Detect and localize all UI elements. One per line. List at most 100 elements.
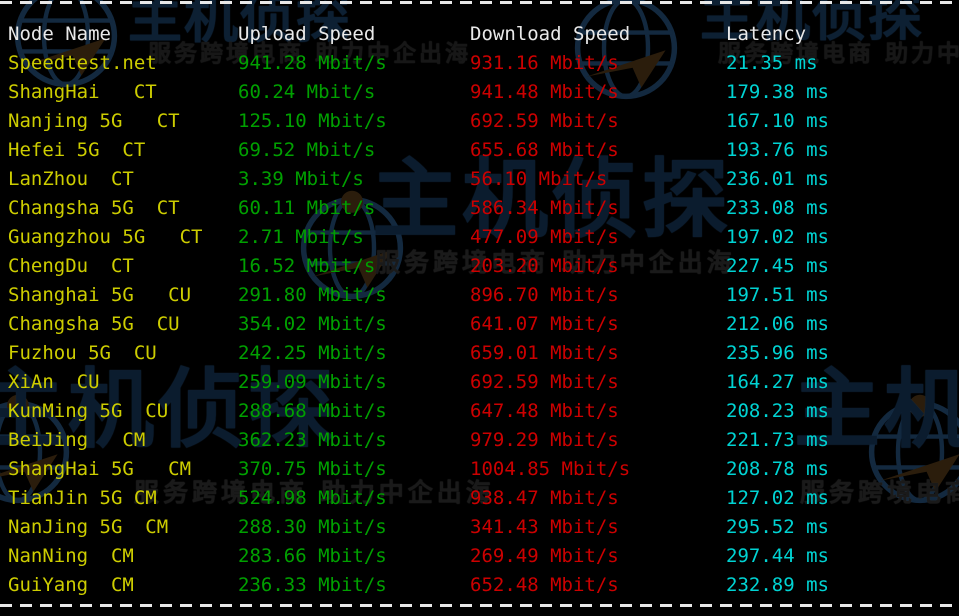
cell-node-name: ShangHai 5G CM <box>8 458 192 480</box>
cell-download-speed: 647.48 Mbit/s <box>470 400 619 422</box>
cell-node-name: BeiJing CM <box>8 429 146 451</box>
cell-latency: 197.02 ms <box>726 226 829 248</box>
cell-node-name: Shanghai 5G CU <box>8 284 192 306</box>
table-row: ShangHai 5G CM 370.75 Mbit/s 1004.85 Mbit/… <box>0 455 959 484</box>
table-row: LanZhou CT 3.39 Mbit/s 56.10 Mbit/s 236.01 … <box>0 165 959 194</box>
cell-latency: 208.23 ms <box>726 400 829 422</box>
table-header-row: Node Name Upload Speed Download Speed La… <box>0 20 959 49</box>
cell-upload-speed: 69.52 Mbit/s <box>238 139 376 161</box>
cell-upload-speed: 288.68 Mbit/s <box>238 400 387 422</box>
cell-download-speed: 269.49 Mbit/s <box>470 545 619 567</box>
table-row: NanJing 5G CM 288.30 Mbit/s 341.43 Mbit/s 2… <box>0 513 959 542</box>
cell-upload-speed: 362.23 Mbit/s <box>238 429 387 451</box>
cell-latency: 208.78 ms <box>726 458 829 480</box>
cell-download-speed: 203.20 Mbit/s <box>470 255 619 277</box>
cell-upload-speed: 236.33 Mbit/s <box>238 574 387 596</box>
cell-node-name: Nanjing 5G CT <box>8 110 180 132</box>
speedtest-table: Node Name Upload Speed Download Speed La… <box>0 20 959 600</box>
cell-download-speed: 1004.85 Mbit/s <box>470 458 631 480</box>
cell-upload-speed: 354.02 Mbit/s <box>238 313 387 335</box>
column-header-download-speed: Download Speed <box>470 23 631 45</box>
cell-node-name: Speedtest.net <box>8 52 157 74</box>
cell-upload-speed: 2.71 Mbit/s <box>238 226 364 248</box>
table-row: XiAn CU 259.09 Mbit/s 692.59 Mbit/s 164.27 … <box>0 368 959 397</box>
cell-latency: 167.10 ms <box>726 110 829 132</box>
table-row: ChengDu CT 16.52 Mbit/s 203.20 Mbit/s 227.4… <box>0 252 959 281</box>
cell-download-speed: 692.59 Mbit/s <box>470 371 619 393</box>
table-row: BeiJing CM 362.23 Mbit/s 979.29 Mbit/s 221.… <box>0 426 959 455</box>
cell-download-speed: 896.70 Mbit/s <box>470 284 619 306</box>
cell-download-speed: 655.68 Mbit/s <box>470 139 619 161</box>
cell-download-speed: 56.10 Mbit/s <box>470 168 608 190</box>
cell-node-name: Guangzhou 5G CT <box>8 226 203 248</box>
cell-latency: 197.51 ms <box>726 284 829 306</box>
cell-latency: 295.52 ms <box>726 516 829 538</box>
table-row: Nanjing 5G CT 125.10 Mbit/s 692.59 Mbit/s 1… <box>0 107 959 136</box>
cell-download-speed: 692.59 Mbit/s <box>470 110 619 132</box>
cell-upload-speed: 259.09 Mbit/s <box>238 371 387 393</box>
table-row: Speedtest.net 941.28 Mbit/s 931.16 Mbit/s 2… <box>0 49 959 78</box>
cell-upload-speed: 283.66 Mbit/s <box>238 545 387 567</box>
cell-latency: 221.73 ms <box>726 429 829 451</box>
table-row: GuiYang CM 236.33 Mbit/s 652.48 Mbit/s 232.… <box>0 571 959 600</box>
cell-node-name: XiAn CU <box>8 371 100 393</box>
cell-node-name: KunMing 5G CU <box>8 400 169 422</box>
cell-upload-speed: 941.28 Mbit/s <box>238 52 387 74</box>
cell-latency: 21.35 ms <box>726 52 818 74</box>
cell-download-speed: 659.01 Mbit/s <box>470 342 619 364</box>
table-row: Hefei 5G CT 69.52 Mbit/s 655.68 Mbit/s 193.… <box>0 136 959 165</box>
terminal-window: 主机侦探 服务跨境电商 助力中企出海 主机侦探 服务跨境电商 助力中企出海 主机… <box>0 0 959 616</box>
cell-node-name: Fuzhou 5G CU <box>8 342 157 364</box>
table-row: NanNing CM 283.66 Mbit/s 269.49 Mbit/s 297.… <box>0 542 959 571</box>
cell-download-speed: 341.43 Mbit/s <box>470 516 619 538</box>
cell-node-name: Changsha 5G CT <box>8 197 180 219</box>
cell-download-speed: 938.47 Mbit/s <box>470 487 619 509</box>
cell-latency: 164.27 ms <box>726 371 829 393</box>
cell-download-speed: 931.16 Mbit/s <box>470 52 619 74</box>
table-row: Guangzhou 5G CT 2.71 Mbit/s 477.09 Mbit/s 1… <box>0 223 959 252</box>
cell-latency: 233.08 ms <box>726 197 829 219</box>
table-row: KunMing 5G CU 288.68 Mbit/s 647.48 Mbit/s 2… <box>0 397 959 426</box>
table-row: Fuzhou 5G CU 242.25 Mbit/s 659.01 Mbit/s 23… <box>0 339 959 368</box>
table-row: ShangHai CT 60.24 Mbit/s 941.48 Mbit/s 179.… <box>0 78 959 107</box>
cell-latency: 235.96 ms <box>726 342 829 364</box>
cell-node-name: NanJing 5G CM <box>8 516 169 538</box>
cell-node-name: ShangHai CT <box>8 81 157 103</box>
cell-node-name: Hefei 5G CT <box>8 139 146 161</box>
column-header-upload-speed: Upload Speed <box>238 23 376 45</box>
cell-node-name: TianJin 5G CM <box>8 487 157 509</box>
cell-latency: 236.01 ms <box>726 168 829 190</box>
cell-upload-speed: 60.24 Mbit/s <box>238 81 376 103</box>
cell-node-name: Changsha 5G CU <box>8 313 180 335</box>
cell-latency: 193.76 ms <box>726 139 829 161</box>
cell-latency: 297.44 ms <box>726 545 829 567</box>
table-row: Shanghai 5G CU 291.80 Mbit/s 896.70 Mbit/s… <box>0 281 959 310</box>
cell-latency: 227.45 ms <box>726 255 829 277</box>
cell-latency: 232.89 ms <box>726 574 829 596</box>
cell-download-speed: 477.09 Mbit/s <box>470 226 619 248</box>
cell-latency: 212.06 ms <box>726 313 829 335</box>
cell-upload-speed: 242.25 Mbit/s <box>238 342 387 364</box>
cell-download-speed: 941.48 Mbit/s <box>470 81 619 103</box>
cell-download-speed: 979.29 Mbit/s <box>470 429 619 451</box>
cell-node-name: GuiYang CM <box>8 574 134 596</box>
cell-upload-speed: 291.80 Mbit/s <box>238 284 387 306</box>
cell-node-name: LanZhou CT <box>8 168 134 190</box>
cell-upload-speed: 370.75 Mbit/s <box>238 458 387 480</box>
table-row: Changsha 5G CT 60.11 Mbit/s 586.34 Mbit/s 2… <box>0 194 959 223</box>
column-header-latency: Latency <box>726 23 807 45</box>
cell-upload-speed: 16.52 Mbit/s <box>238 255 376 277</box>
column-header-node-name: Node Name <box>8 23 111 45</box>
cell-upload-speed: 60.11 Mbit/s <box>238 197 376 219</box>
cell-latency: 127.02 ms <box>726 487 829 509</box>
cell-node-name: ChengDu CT <box>8 255 134 277</box>
cell-node-name: NanNing CM <box>8 545 134 567</box>
cell-latency: 179.38 ms <box>726 81 829 103</box>
cell-download-speed: 652.48 Mbit/s <box>470 574 619 596</box>
cell-upload-speed: 524.98 Mbit/s <box>238 487 387 509</box>
cell-upload-speed: 288.30 Mbit/s <box>238 516 387 538</box>
cell-download-speed: 641.07 Mbit/s <box>470 313 619 335</box>
table-row: TianJin 5G CM 524.98 Mbit/s 938.47 Mbit/s 1… <box>0 484 959 513</box>
divider-top <box>0 1 959 4</box>
table-row: Changsha 5G CU 354.02 Mbit/s 641.07 Mbit/s… <box>0 310 959 339</box>
